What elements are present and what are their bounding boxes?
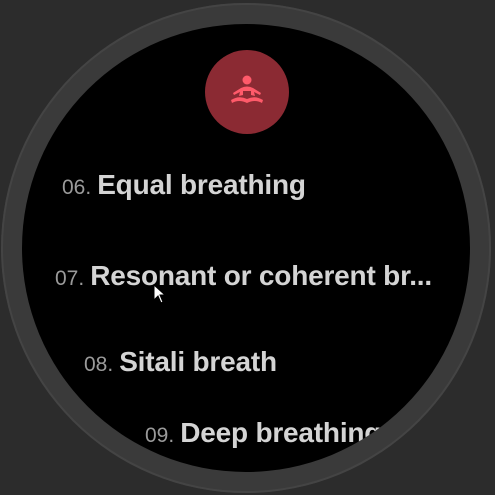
list-item[interactable]: 07. Resonant or coherent br... (55, 260, 432, 292)
item-number: 07. (55, 267, 85, 290)
item-title: Resonant or coherent br... (90, 260, 432, 291)
item-number: 09. (145, 424, 175, 447)
watch-frame: 06. Equal breathing 07. Resonant or cohere… (0, 0, 495, 495)
list-item[interactable]: 06. Equal breathing (62, 169, 306, 201)
meditation-button[interactable] (205, 50, 289, 134)
list-item[interactable]: 08. Sitali breath (84, 346, 277, 378)
item-number: 06. (62, 176, 92, 199)
item-title: Sitali breath (119, 346, 277, 377)
item-title: Deep breathing (180, 417, 382, 448)
watch-screen: 06. Equal breathing 07. Resonant or cohere… (22, 24, 470, 472)
meditation-icon (231, 75, 263, 103)
item-title: Equal breathing (97, 169, 306, 200)
item-number: 08. (84, 353, 114, 376)
list-item[interactable]: 09. Deep breathing (145, 417, 381, 449)
